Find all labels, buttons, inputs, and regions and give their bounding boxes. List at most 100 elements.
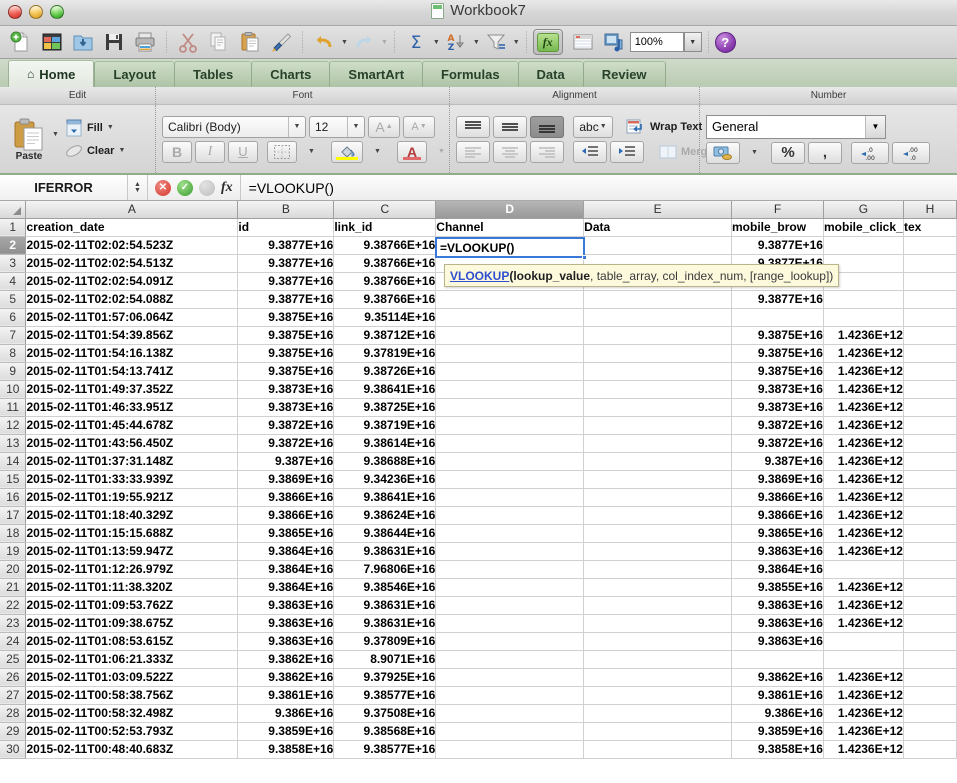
currency-caret[interactable]: ▼: [743, 142, 765, 164]
cell-f28[interactable]: 9.386E+16: [731, 704, 824, 723]
cell-g6[interactable]: [823, 308, 904, 327]
cell-d20[interactable]: [435, 560, 585, 579]
cell-c16[interactable]: 9.38641E+16: [333, 488, 437, 507]
cell-e18[interactable]: [583, 524, 733, 543]
cell-f13[interactable]: 9.3872E+16: [731, 434, 824, 453]
cell-a17[interactable]: 2015-02-11T01:18:40.329Z: [25, 506, 239, 525]
cell-c28[interactable]: 9.37508E+16: [333, 704, 437, 723]
fill-color-button[interactable]: [331, 140, 363, 163]
cell-e19[interactable]: [583, 542, 733, 561]
table-row[interactable]: 22 2015-02-11T01:09:53.762Z 9.3863E+16 9.38…: [0, 596, 957, 615]
cell-a5[interactable]: 2015-02-11T02:02:54.088Z: [25, 290, 239, 309]
cell-d5[interactable]: [435, 290, 585, 309]
tab-home[interactable]: ⌂ Home: [8, 60, 95, 87]
cell-f15[interactable]: 9.3869E+16: [731, 470, 824, 489]
cell-f19[interactable]: 9.3863E+16: [731, 542, 824, 561]
cell-h20[interactable]: [903, 560, 957, 579]
cell-h23[interactable]: [903, 614, 957, 633]
cell-d24[interactable]: [435, 632, 585, 651]
table-row[interactable]: 7 2015-02-11T01:54:39.856Z 9.3875E+16 9.387…: [0, 326, 957, 345]
cell-e13[interactable]: [583, 434, 733, 453]
cell-h4[interactable]: [903, 272, 957, 291]
column-header-a[interactable]: A: [25, 201, 239, 219]
percent-button[interactable]: %: [771, 141, 805, 164]
cell-a21[interactable]: 2015-02-11T01:11:38.320Z: [25, 578, 239, 597]
sort-dropdown-caret[interactable]: ▼: [473, 39, 480, 46]
cell-c24[interactable]: 9.37809E+16: [333, 632, 437, 651]
table-row[interactable]: 29 2015-02-11T00:52:53.793Z 9.3859E+16 9.38…: [0, 722, 957, 741]
row-header-7[interactable]: 7: [0, 326, 27, 345]
row-header-1[interactable]: 1: [0, 218, 27, 237]
cell-h16[interactable]: [903, 488, 957, 507]
cell-e17[interactable]: [583, 506, 733, 525]
cell-a20[interactable]: 2015-02-11T01:12:26.979Z: [25, 560, 239, 579]
cell-a10[interactable]: 2015-02-11T01:49:37.352Z: [25, 380, 239, 399]
cell-g19[interactable]: 1.4236E+12: [823, 542, 904, 561]
active-cell-d2[interactable]: =VLOOKUP(): [435, 237, 585, 259]
cell-d17[interactable]: [435, 506, 585, 525]
cell-f11[interactable]: 9.3873E+16: [731, 398, 824, 417]
cell-b6[interactable]: 9.3875E+16: [237, 308, 335, 327]
cell-c1[interactable]: link_id: [333, 218, 437, 237]
cell-g20[interactable]: [823, 560, 904, 579]
cell-h1[interactable]: tex: [903, 218, 957, 237]
font-color-caret[interactable]: ▼: [430, 141, 452, 163]
cell-b5[interactable]: 9.3877E+16: [237, 290, 335, 309]
column-header-g[interactable]: G: [823, 201, 904, 219]
fill-color-caret[interactable]: ▼: [366, 141, 388, 163]
cell-g22[interactable]: 1.4236E+12: [823, 596, 904, 615]
cell-h27[interactable]: [903, 686, 957, 705]
media-browser-icon[interactable]: [599, 28, 629, 56]
cell-d22[interactable]: [435, 596, 585, 615]
cell-f16[interactable]: 9.3866E+16: [731, 488, 824, 507]
cell-f5[interactable]: 9.3877E+16: [731, 290, 824, 309]
bold-button[interactable]: B: [162, 140, 192, 163]
cell-c11[interactable]: 9.38725E+16: [333, 398, 437, 417]
tab-formulas[interactable]: Formulas: [422, 61, 518, 87]
cell-f21[interactable]: 9.3855E+16: [731, 578, 824, 597]
italic-button[interactable]: I: [195, 140, 225, 163]
comma-button[interactable]: ,: [808, 141, 842, 164]
table-row[interactable]: 10 2015-02-11T01:49:37.352Z 9.3873E+16 9.38…: [0, 380, 957, 399]
cell-h28[interactable]: [903, 704, 957, 723]
tab-charts[interactable]: Charts: [251, 61, 330, 87]
cell-d26[interactable]: [435, 668, 585, 687]
undo-icon[interactable]: [309, 28, 339, 56]
number-format-caret[interactable]: ▼: [865, 115, 885, 138]
cell-b10[interactable]: 9.3873E+16: [237, 380, 335, 399]
cell-c8[interactable]: 9.37819E+16: [333, 344, 437, 363]
autosum-icon[interactable]: Σ: [401, 28, 431, 56]
name-box-spinner[interactable]: ▲ ▼: [128, 175, 148, 200]
cell-b28[interactable]: 9.386E+16: [237, 704, 335, 723]
cell-b30[interactable]: 9.3858E+16: [237, 740, 335, 759]
row-header-23[interactable]: 23: [0, 614, 27, 633]
cell-e6[interactable]: [583, 308, 733, 327]
font-family-select[interactable]: Calibri (Body) ▼: [162, 115, 306, 138]
table-row[interactable]: 24 2015-02-11T01:08:53.615Z 9.3863E+16 9.37…: [0, 632, 957, 651]
font-size-caret[interactable]: ▼: [347, 116, 364, 137]
cell-h8[interactable]: [903, 344, 957, 363]
cell-f22[interactable]: 9.3863E+16: [731, 596, 824, 615]
cell-a8[interactable]: 2015-02-11T01:54:16.138Z: [25, 344, 239, 363]
cell-f18[interactable]: 9.3865E+16: [731, 524, 824, 543]
cell-c7[interactable]: 9.38712E+16: [333, 326, 437, 345]
row-header-13[interactable]: 13: [0, 434, 27, 453]
filter-dropdown-caret[interactable]: ▼: [513, 39, 520, 46]
cell-f9[interactable]: 9.3875E+16: [731, 362, 824, 381]
cell-a2[interactable]: 2015-02-11T02:02:54.523Z: [25, 236, 239, 255]
cell-h29[interactable]: [903, 722, 957, 741]
cell-c26[interactable]: 9.37925E+16: [333, 668, 437, 687]
table-row[interactable]: 28 2015-02-11T00:58:32.498Z 9.386E+16 9.375…: [0, 704, 957, 723]
cell-g11[interactable]: 1.4236E+12: [823, 398, 904, 417]
cell-h18[interactable]: [903, 524, 957, 543]
increase-decimal-button[interactable]: .0.00: [851, 141, 889, 164]
cell-d13[interactable]: [435, 434, 585, 453]
cell-d29[interactable]: [435, 722, 585, 741]
cell-d10[interactable]: [435, 380, 585, 399]
cell-c18[interactable]: 9.38644E+16: [333, 524, 437, 543]
cell-f14[interactable]: 9.387E+16: [731, 452, 824, 471]
cancel-formula-icon[interactable]: ✕: [155, 179, 171, 196]
spreadsheet-grid[interactable]: A B C D E F G H 1 creation_date id link_…: [0, 201, 957, 778]
cell-d15[interactable]: [435, 470, 585, 489]
cell-a9[interactable]: 2015-02-11T01:54:13.741Z: [25, 362, 239, 381]
